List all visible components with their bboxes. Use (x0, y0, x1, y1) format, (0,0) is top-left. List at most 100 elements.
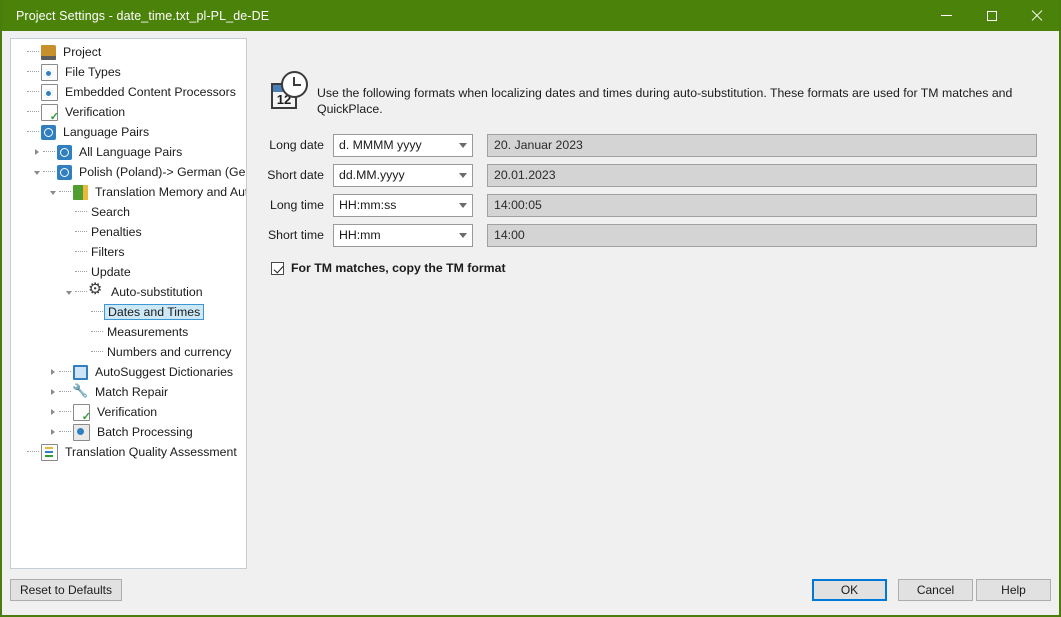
tree-item-search[interactable]: Search (11, 202, 246, 222)
tree-connector (91, 331, 103, 333)
chevron-collapsed-icon[interactable] (47, 367, 58, 378)
tree-item-autosuggest-dictionaries[interactable]: AutoSuggest Dictionaries (11, 362, 246, 382)
tree-item-label: Translation Memory and Automat (95, 185, 247, 199)
tree-item-verification[interactable]: Verification (11, 102, 246, 123)
tree-expander-placeholder (63, 227, 74, 238)
tree-item-label: Polish (Poland)-> German (Germany) (79, 165, 246, 179)
tree-item-batch-processing[interactable]: Batch Processing (11, 422, 246, 442)
project-settings-window: Project Settings - date_time.txt_pl-PL_d… (0, 0, 1061, 617)
ok-button[interactable]: OK (812, 579, 887, 601)
chevron-collapsed-icon[interactable] (47, 407, 58, 418)
chevron-collapsed-icon[interactable] (47, 387, 58, 398)
tree-connector (27, 451, 39, 453)
tm-format-checkbox-row[interactable]: For TM matches, copy the TM format (271, 261, 1059, 275)
dialog-body: Project File Types Embedded Content Proces… (2, 31, 1059, 615)
format-select-value: HH:mm (339, 228, 381, 242)
tree-expander-placeholder (15, 107, 26, 118)
tree-item-label: Verification (65, 105, 126, 119)
format-select-short-time[interactable]: HH:mm (333, 223, 473, 247)
close-icon (1031, 10, 1043, 22)
format-label-short-time: Short time (267, 228, 324, 242)
chevron-open-icon[interactable] (47, 187, 58, 198)
tree-item-translation-quality-assessment[interactable]: Translation Quality Assessment (11, 442, 246, 462)
format-preview-long-date: 20. Januar 2023 (487, 133, 1037, 157)
tree-connector (75, 211, 87, 213)
tree-item-label: AutoSuggest Dictionaries (95, 365, 234, 379)
tree-item-embedded-content-processors[interactable]: Embedded Content Processors (11, 82, 246, 102)
tree-item-penalties[interactable]: Penalties (11, 222, 246, 242)
reset-to-defaults-button[interactable]: Reset to Defaults (10, 579, 122, 601)
tree-item-label: Search (91, 205, 130, 219)
tree-item-file-types[interactable]: File Types (11, 62, 246, 82)
tree-connector (59, 391, 71, 393)
chevron-down-icon[interactable] (453, 225, 472, 246)
tree-connector (27, 111, 39, 113)
chevron-down-icon[interactable] (453, 165, 472, 186)
format-select-long-time[interactable]: HH:mm:ss (333, 193, 473, 217)
format-preview-short-time: 14:00 (487, 223, 1037, 247)
format-select-short-date[interactable]: dd.MM.yyyy (333, 163, 473, 187)
chevron-open-icon[interactable] (31, 167, 42, 178)
help-button[interactable]: Help (976, 579, 1051, 601)
close-button[interactable] (1014, 0, 1059, 31)
tree-expander-placeholder (15, 87, 26, 98)
tree-item-label: Project (63, 45, 102, 59)
tree-item-label: File Types (65, 65, 121, 79)
settings-tree[interactable]: Project File Types Embedded Content Proces… (10, 38, 247, 569)
format-select-value: d. MMMM yyyy (339, 138, 422, 152)
dialog-footer: Reset to Defaults OK Cancel Help (2, 571, 1059, 615)
tree-item-label: Update (91, 265, 131, 279)
cancel-button[interactable]: Cancel (898, 579, 973, 601)
tree-expander-placeholder (15, 127, 26, 138)
chevron-collapsed-icon[interactable] (47, 427, 58, 438)
tm-format-checkbox[interactable] (271, 261, 284, 275)
tree-expander-placeholder (15, 447, 26, 458)
tree-item-label: Auto-substitution (111, 285, 203, 299)
globe-icon (57, 144, 72, 160)
verification-icon (73, 403, 91, 423)
tree-item-label: All Language Pairs (79, 145, 183, 159)
tree-connector (59, 191, 71, 193)
tree-item-match-repair[interactable]: Match Repair (11, 382, 246, 402)
maximize-button[interactable] (969, 0, 1014, 31)
window-title: Project Settings - date_time.txt_pl-PL_d… (16, 8, 270, 23)
chevron-down-icon[interactable] (453, 135, 472, 156)
tree-item-all-language-pairs[interactable]: All Language Pairs (11, 142, 246, 162)
tree-item-update[interactable]: Update (11, 262, 246, 282)
tree-item-measurements[interactable]: Measurements (11, 322, 246, 342)
tree-connector (27, 91, 39, 93)
tree-item-auto-substitution[interactable]: Auto-substitution (11, 282, 246, 302)
format-row-long-date: Long date d. MMMM yyyy 20. Januar 2023 (260, 130, 1059, 160)
format-label-short-date: Short date (267, 168, 324, 182)
tree-connector (27, 71, 39, 73)
date-time-format-form: Long date d. MMMM yyyy 20. Januar 2023 Shor… (260, 130, 1059, 250)
tree-connector (91, 351, 103, 353)
tree-item-label: Penalties (91, 225, 142, 239)
format-select-long-date[interactable]: d. MMMM yyyy (333, 133, 473, 157)
chevron-down-icon[interactable] (453, 195, 472, 216)
format-preview-short-date: 20.01.2023 (487, 163, 1037, 187)
tree-expander-placeholder (63, 207, 74, 218)
settings-content-pane: 12 Use the following formats when locali… (260, 31, 1059, 275)
tree-expander-placeholder (79, 327, 90, 338)
tree-item-language-pairs[interactable]: Language Pairs (11, 122, 246, 142)
chevron-collapsed-icon[interactable] (31, 147, 42, 158)
format-label-long-date: Long date (269, 138, 324, 152)
tree-item-label: Language Pairs (63, 125, 150, 139)
tree-connector (59, 371, 71, 373)
format-select-value: dd.MM.yyyy (339, 168, 405, 182)
minimize-button[interactable] (924, 0, 969, 31)
tree-item-dates-and-times[interactable]: Dates and Times (11, 302, 246, 322)
tree-item-polish-poland-german-germany[interactable]: Polish (Poland)-> German (Germany) (11, 162, 246, 182)
translation-memory-icon (73, 184, 88, 200)
tree-connector (27, 131, 39, 133)
tree-item-project[interactable]: Project (11, 42, 246, 62)
verification-icon (41, 103, 59, 123)
chevron-open-icon[interactable] (63, 287, 74, 298)
tree-item-numbers-and-currency[interactable]: Numbers and currency (11, 342, 246, 362)
tree-item-label: Numbers and currency (107, 345, 232, 359)
tree-item-translation-memory-and-automat[interactable]: Translation Memory and Automat (11, 182, 246, 202)
tree-item-filters[interactable]: Filters (11, 242, 246, 262)
tree-item-verification[interactable]: Verification (11, 402, 246, 423)
gear-icon (88, 282, 104, 300)
